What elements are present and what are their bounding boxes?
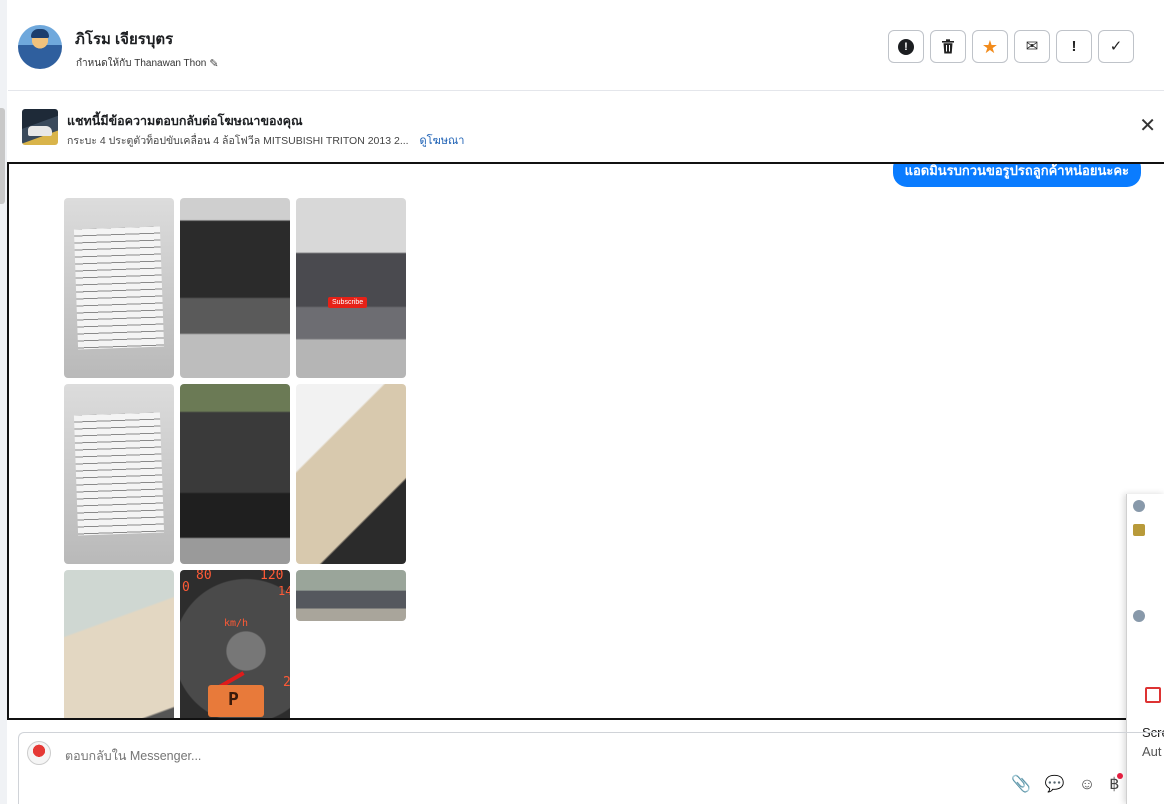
gear-indicator: P <box>228 689 239 710</box>
photo-car-rear[interactable]: Subscribe <box>296 198 406 378</box>
spam-button[interactable]: ! <box>1056 30 1092 63</box>
page-avatar <box>27 741 51 765</box>
photo-rear-seat[interactable] <box>64 570 174 718</box>
gauge-label-edge: 14 <box>278 584 290 598</box>
envelope-icon: ✉ <box>1025 38 1039 55</box>
comment-icon[interactable]: 💬 <box>1045 777 1065 793</box>
message-input[interactable] <box>63 748 667 764</box>
assignment-label[interactable]: กำหนดให้กับ Thanawan Thon ✎ <box>76 56 219 71</box>
header-actions: ! ★ ✉ ! ✓ <box>888 30 1134 63</box>
photo-driver-seat[interactable] <box>296 384 406 564</box>
scroll-handle[interactable] <box>0 108 5 204</box>
contact-name[interactable]: ภิโรม เจียรบุตร <box>75 27 173 51</box>
banner-title: แชทนี้มีข้อความตอบกลับต่อโฆษณาของคุณ <box>67 114 303 128</box>
ad-description: กระบะ 4 ประตูตัวท็อปขับเคลื่อน 4 ล้อโฟวี… <box>67 135 409 147</box>
close-icon[interactable]: ✕ <box>1139 116 1156 136</box>
conversation-header: ภิโรม เจียรบุตร กำหนดให้กับ Thanawan Tho… <box>8 0 1164 91</box>
gauge-display: P <box>208 685 264 717</box>
banner-subtitle: กระบะ 4 ประตูตัวท็อปขับเคลื่อน 4 ล้อโฟวี… <box>67 131 464 149</box>
photo-trunk-open[interactable] <box>180 198 290 378</box>
gauge-label-right: 120 <box>260 570 284 583</box>
gauge-label-low: 0 <box>182 580 190 595</box>
popup-avatar <box>1133 500 1145 512</box>
baht-icon[interactable]: ฿ <box>1109 773 1124 793</box>
paperclip-icon[interactable]: 📎 <box>1011 777 1031 793</box>
report-button[interactable]: ! <box>888 30 924 63</box>
ad-thumbnail[interactable] <box>22 109 58 145</box>
star-icon: ★ <box>981 36 999 57</box>
mark-unread-button[interactable]: ✉ <box>1014 30 1050 63</box>
gauge-label-left: 80 <box>196 570 212 583</box>
alert-circle-icon: ! <box>898 38 914 55</box>
delete-button[interactable] <box>930 30 966 63</box>
check-icon: ✓ <box>1109 38 1123 55</box>
photo-document-1[interactable] <box>64 198 174 378</box>
photo-car-side[interactable] <box>296 570 406 621</box>
photo-cargo-area[interactable] <box>180 384 290 564</box>
assigned-to-text: กำหนดให้กับ Thanawan Thon <box>76 58 207 69</box>
ad-reply-banner: แชทนี้มีข้อความตอบกลับต่อโฆษณาของคุณ กระ… <box>8 92 1164 162</box>
photo-grid: Subscribe 80 120 0 14 km/h 2 P <box>64 198 406 718</box>
trash-icon <box>942 39 954 54</box>
avatar[interactable] <box>18 25 62 69</box>
photo-speedometer[interactable]: 80 120 0 14 km/h 2 P <box>180 570 290 718</box>
star-button[interactable]: ★ <box>972 30 1008 63</box>
popup-thumbnail <box>1133 524 1145 536</box>
composer-toolbar: 📎 💬 ☺ ฿ <box>1011 773 1124 793</box>
pencil-icon[interactable]: ✎ <box>209 57 218 70</box>
gauge-label-mid: 2 <box>283 675 290 690</box>
notification-dot <box>1117 773 1124 779</box>
reply-composer: 📎 💬 ☺ ฿ <box>18 732 1164 804</box>
outgoing-message-bubble[interactable]: แอดมินรบกวนขอรูปรถลูกค้าหน่อยนะคะ <box>892 164 1141 187</box>
photo-document-2[interactable] <box>64 384 174 564</box>
message-thread[interactable]: แอดมินรบกวนขอรูปรถลูกค้าหน่อยนะคะ Subscr… <box>7 162 1164 720</box>
left-sidebar-strip <box>0 0 7 804</box>
mark-done-button[interactable]: ✓ <box>1098 30 1134 63</box>
exclamation-icon: ! <box>1071 38 1077 55</box>
popup-avatar-small <box>1133 610 1145 622</box>
gauge-unit: km/h <box>224 618 249 629</box>
view-ad-link[interactable]: ดูโฆษณา <box>420 135 465 147</box>
snip-icon <box>1145 687 1161 703</box>
subscribe-overlay: Subscribe <box>328 297 368 308</box>
smile-icon[interactable]: ☺ <box>1079 777 1095 793</box>
